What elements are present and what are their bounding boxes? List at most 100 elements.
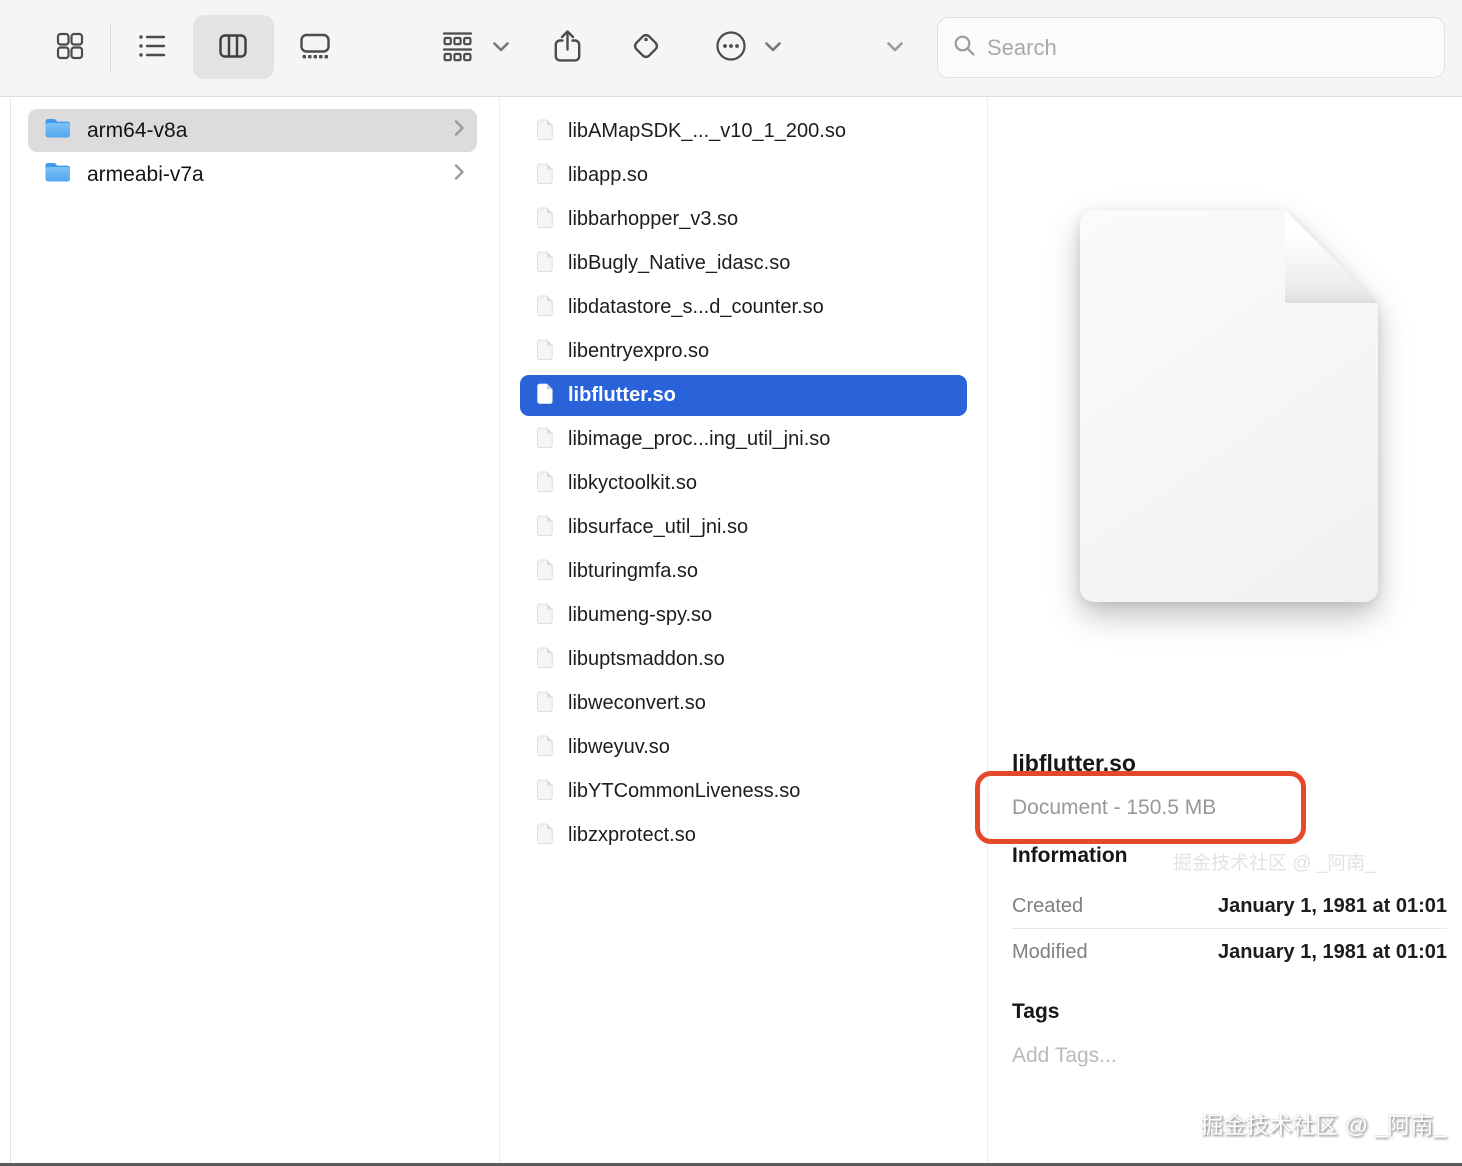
file-name: libimage_proc...ing_util_jni.so: [568, 428, 830, 451]
file-row[interactable]: libimage_proc...ing_util_jni.so: [520, 419, 967, 460]
tags-heading: Tags: [1012, 1000, 1059, 1024]
file-row[interactable]: libweyuv.so: [520, 727, 967, 768]
document-icon: [537, 471, 554, 497]
document-icon: [537, 119, 554, 145]
document-icon: [537, 779, 554, 805]
tag-icon: [629, 29, 663, 68]
file-name: libBugly_Native_idasc.so: [568, 252, 790, 275]
icon-view-button[interactable]: [55, 31, 85, 66]
file-row-selected[interactable]: libflutter.so: [520, 375, 967, 416]
file-row[interactable]: libbarhopper_v3.so: [520, 199, 967, 240]
document-icon: [537, 735, 554, 761]
file-name: libkyctoolkit.so: [568, 472, 697, 495]
document-icon: [537, 647, 554, 673]
share-button[interactable]: [552, 28, 583, 70]
folder-name: armeabi-v7a: [87, 163, 453, 187]
document-icon: [537, 251, 554, 277]
folder-name: arm64-v8a: [87, 119, 453, 143]
file-row[interactable]: libentryexpro.so: [520, 331, 967, 372]
list-view-button[interactable]: [137, 31, 167, 66]
info-row-modified: Modified January 1, 1981 at 01:01: [1012, 930, 1447, 974]
document-icon: [537, 383, 554, 409]
ellipsis-circle-icon: [714, 29, 748, 68]
file-row[interactable]: libYTCommonLiveness.so: [520, 771, 967, 812]
file-row[interactable]: libumeng-spy.so: [520, 595, 967, 636]
created-label: Created: [1012, 895, 1083, 918]
chevron-right-icon: [453, 119, 465, 142]
gallery-view-icon: [299, 31, 331, 66]
column-view-button[interactable]: [218, 31, 248, 66]
more-actions-button[interactable]: [714, 29, 748, 68]
document-icon: [537, 603, 554, 629]
folder-row-arm64-v8a[interactable]: arm64-v8a: [28, 109, 477, 152]
document-icon: [537, 163, 554, 189]
file-name: libuptsmaddon.so: [568, 648, 725, 671]
faint-watermark: 掘金技术社区 @ _阿南_: [1173, 848, 1453, 875]
tags-button[interactable]: [629, 29, 663, 68]
info-divider: [1012, 928, 1447, 929]
file-name: libturingmfa.so: [568, 560, 698, 583]
folder-icon: [44, 161, 72, 188]
search-icon: [952, 33, 977, 63]
document-icon: [537, 427, 554, 453]
file-name: libsurface_util_jni.so: [568, 516, 748, 539]
gallery-view-button[interactable]: [299, 31, 331, 66]
folder-row-armeabi-v7a[interactable]: armeabi-v7a: [28, 153, 477, 196]
file-name: libzxprotect.so: [568, 824, 696, 847]
preview-file-title: libflutter.so: [1012, 750, 1136, 777]
file-name: libweconvert.so: [568, 692, 706, 715]
info-row-created: Created January 1, 1981 at 01:01: [1012, 884, 1447, 928]
preview-kind-size: Document - 150.5 MB: [1012, 796, 1216, 820]
file-row[interactable]: libuptsmaddon.so: [520, 639, 967, 680]
site-watermark: 掘金技术社区 @ _阿南_: [1200, 1106, 1446, 1140]
document-icon: [537, 823, 554, 849]
file-row[interactable]: libdatastore_s...d_counter.so: [520, 287, 967, 328]
toolbar: [0, 0, 1462, 97]
file-row[interactable]: libkyctoolkit.so: [520, 463, 967, 504]
toolbar-overflow-chevron-icon[interactable]: [886, 41, 904, 53]
modified-value: January 1, 1981 at 01:01: [1218, 941, 1447, 964]
search-field[interactable]: [937, 17, 1445, 78]
group-by-icon: [441, 30, 474, 68]
file-name: libYTCommonLiveness.so: [568, 780, 800, 803]
finder-content: arm64-v8a armeabi-v7a libAMapSDK_..._v10…: [0, 98, 1462, 1166]
file-name: libweyuv.so: [568, 736, 670, 759]
group-by-chevron-icon[interactable]: [492, 41, 510, 53]
file-row[interactable]: libturingmfa.so: [520, 551, 967, 592]
file-row[interactable]: libsurface_util_jni.so: [520, 507, 967, 548]
modified-label: Modified: [1012, 941, 1088, 964]
document-icon: [537, 207, 554, 233]
document-icon: [537, 691, 554, 717]
document-icon: [537, 339, 554, 365]
column-view-icon: [218, 31, 248, 66]
file-name: libbarhopper_v3.so: [568, 208, 738, 231]
folder-icon: [44, 117, 72, 144]
toolbar-divider: [110, 23, 111, 73]
file-name: libentryexpro.so: [568, 340, 709, 363]
document-icon: [537, 559, 554, 585]
file-name: libapp.so: [568, 164, 648, 187]
file-row[interactable]: libapp.so: [520, 155, 967, 196]
file-row[interactable]: libBugly_Native_idasc.so: [520, 243, 967, 284]
column-folders: arm64-v8a armeabi-v7a: [10, 98, 500, 1166]
file-name: libAMapSDK_..._v10_1_200.so: [568, 120, 846, 143]
file-row[interactable]: libAMapSDK_..._v10_1_200.so: [520, 111, 967, 152]
icon-view-icon: [55, 31, 85, 66]
search-input[interactable]: [987, 35, 1430, 61]
more-actions-chevron-icon[interactable]: [764, 41, 782, 53]
chevron-right-icon: [453, 163, 465, 186]
file-row[interactable]: libweconvert.so: [520, 683, 967, 724]
document-preview-icon: [1080, 210, 1378, 602]
file-name: libdatastore_s...d_counter.so: [568, 296, 824, 319]
created-value: January 1, 1981 at 01:01: [1218, 895, 1447, 918]
file-name: libumeng-spy.so: [568, 604, 712, 627]
share-icon: [552, 28, 583, 70]
group-by-button[interactable]: [441, 30, 474, 68]
add-tags-field[interactable]: Add Tags...: [1012, 1044, 1117, 1068]
file-name: libflutter.so: [568, 384, 676, 407]
column-files: libAMapSDK_..._v10_1_200.so libapp.so li…: [500, 98, 988, 1166]
list-view-icon: [137, 31, 167, 66]
file-row[interactable]: libzxprotect.so: [520, 815, 967, 856]
document-icon: [537, 515, 554, 541]
document-icon: [537, 295, 554, 321]
